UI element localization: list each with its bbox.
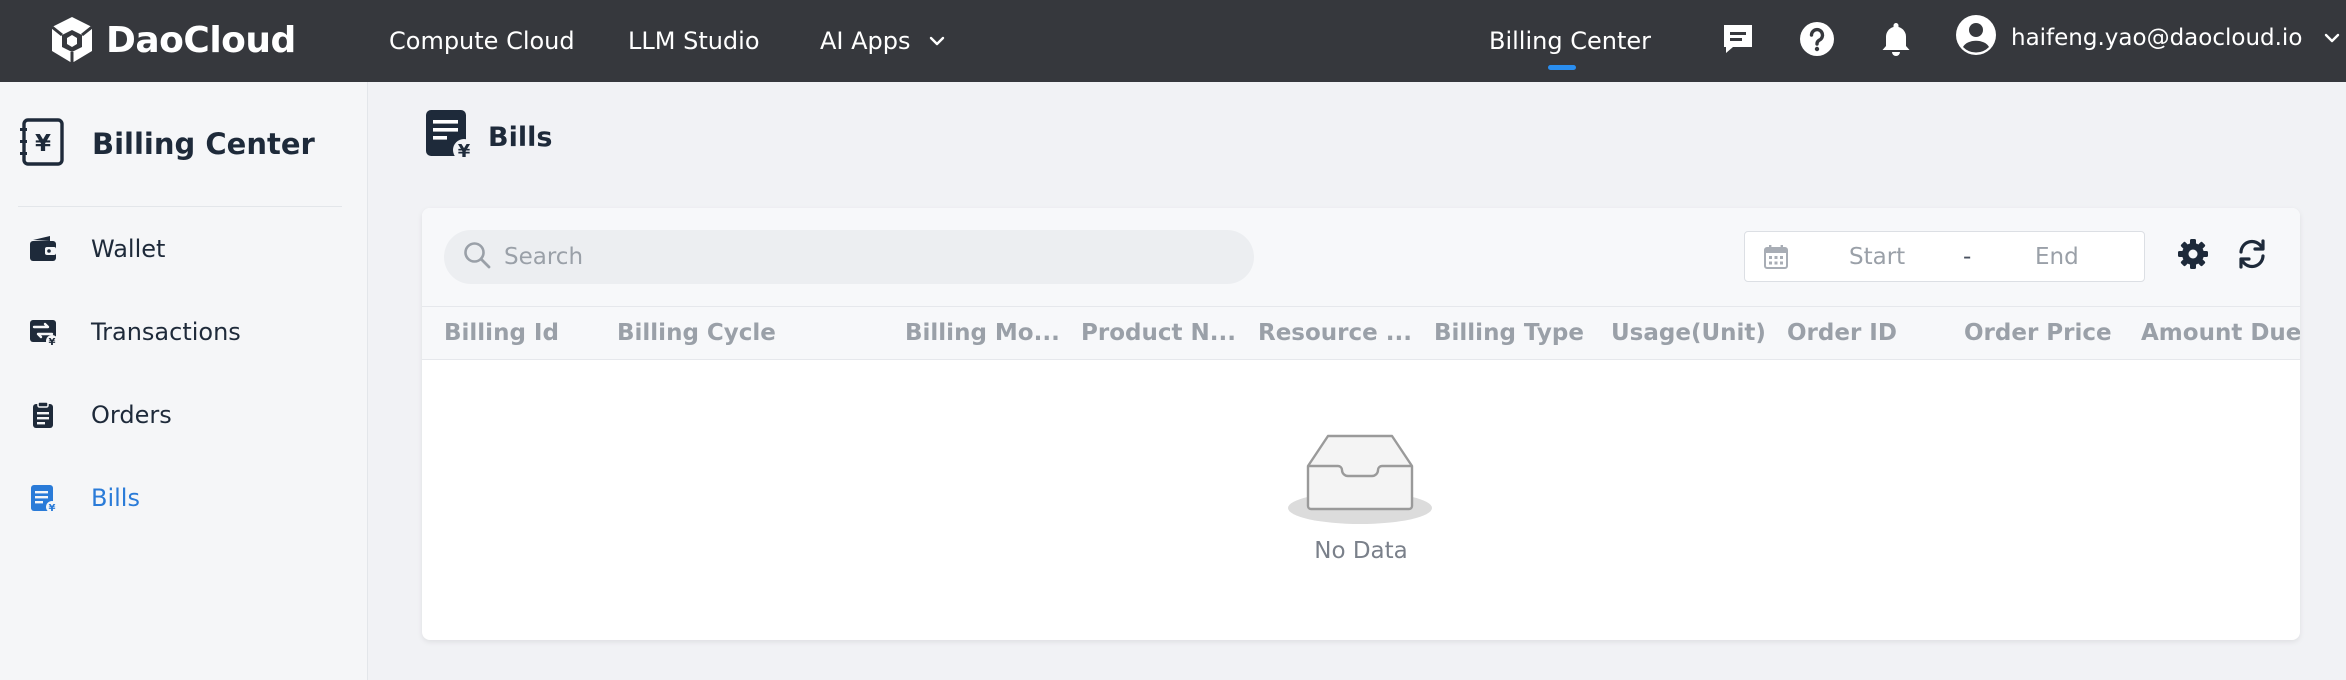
chevron-down-icon: [2322, 28, 2342, 48]
date-range-separator: -: [1963, 243, 1972, 270]
settings-button[interactable]: [2171, 234, 2215, 278]
column-header[interactable]: Product N...: [1081, 307, 1236, 359]
orders-icon: [26, 398, 60, 432]
top-navbar: DaoCloud Compute Cloud LLM Studio AI App…: [0, 0, 2346, 82]
table-header: Billing Id Billing Cycle Billing Mo... P…: [422, 306, 2300, 360]
column-header[interactable]: Billing Cycle: [617, 307, 776, 359]
message-icon[interactable]: [1716, 17, 1760, 61]
sidebar-item-transactions-label: Transactions: [91, 318, 241, 346]
nav-compute-cloud-label: Compute Cloud: [389, 27, 575, 55]
bell-icon[interactable]: [1874, 17, 1918, 61]
active-nav-indicator: [1548, 65, 1576, 70]
search-icon: [462, 240, 492, 274]
sidebar: ¥ Billing Center Wallet ¥ Transactions O…: [0, 82, 368, 680]
daocloud-logo[interactable]: DaoCloud: [46, 10, 296, 70]
bills-page-icon: ¥: [424, 108, 476, 166]
nav-compute-cloud[interactable]: Compute Cloud: [389, 0, 575, 82]
search-input[interactable]: [504, 244, 1204, 270]
sidebar-item-orders-label: Orders: [91, 401, 172, 429]
user-avatar-icon: [1955, 14, 1997, 62]
sidebar-item-bills-label: Bills: [91, 484, 140, 512]
help-icon[interactable]: [1795, 17, 1839, 61]
wallet-icon: [26, 232, 60, 266]
svg-text:¥: ¥: [49, 503, 56, 513]
billing-center-icon: ¥: [18, 117, 68, 171]
sidebar-title: Billing Center: [92, 127, 315, 161]
table-toolbar: Start - End: [422, 208, 2300, 306]
column-header[interactable]: Resource ...: [1258, 307, 1412, 359]
column-header[interactable]: Order Price: [1964, 307, 2112, 359]
page-title: Bills: [488, 121, 553, 153]
column-header[interactable]: Billing Mo...: [905, 307, 1060, 359]
sidebar-divider: [18, 206, 342, 207]
svg-text:¥: ¥: [49, 337, 56, 347]
empty-state: No Data: [422, 360, 2300, 640]
sidebar-header: ¥ Billing Center: [18, 118, 315, 170]
bills-icon: ¥: [26, 481, 60, 515]
transactions-icon: ¥: [26, 315, 60, 349]
column-header[interactable]: Order ID: [1787, 307, 1897, 359]
daocloud-logo-icon: [51, 17, 93, 63]
nav-llm-studio-label: LLM Studio: [628, 27, 760, 55]
date-start-field[interactable]: Start: [1849, 244, 1905, 270]
sidebar-item-transactions[interactable]: ¥ Transactions: [26, 310, 241, 354]
empty-inbox-icon: [1286, 428, 1434, 532]
sidebar-item-orders[interactable]: Orders: [26, 393, 172, 437]
nav-llm-studio[interactable]: LLM Studio: [628, 0, 760, 82]
nav-ai-apps-label: AI Apps: [820, 27, 911, 55]
column-header[interactable]: Usage(Unit): [1611, 307, 1766, 359]
page-header: ¥ Bills: [424, 110, 552, 164]
chevron-down-icon: [927, 31, 947, 51]
date-end-field[interactable]: End: [2035, 244, 2079, 270]
user-menu[interactable]: haifeng.yao@daocloud.io: [1955, 13, 2342, 63]
brand-name: DaoCloud: [106, 19, 296, 61]
nav-ai-apps[interactable]: AI Apps: [820, 0, 947, 82]
refresh-button[interactable]: [2230, 234, 2274, 278]
column-header[interactable]: Billing Id: [444, 307, 559, 359]
svg-text:¥: ¥: [35, 131, 51, 157]
sidebar-item-bills[interactable]: ¥ Bills: [26, 476, 140, 520]
sidebar-item-wallet-label: Wallet: [91, 235, 166, 263]
date-range-picker[interactable]: Start - End: [1744, 231, 2145, 282]
calendar-icon: [1763, 244, 1789, 270]
gear-icon: [2177, 238, 2209, 274]
svg-text:¥: ¥: [458, 141, 471, 162]
column-header[interactable]: Billing Type: [1434, 307, 1584, 359]
nav-billing-center-label: Billing Center: [1489, 27, 1651, 55]
empty-text: No Data: [1314, 538, 1408, 564]
search-box[interactable]: [444, 230, 1254, 284]
user-email: haifeng.yao@daocloud.io: [2011, 25, 2303, 51]
sidebar-item-wallet[interactable]: Wallet: [26, 227, 165, 271]
column-header[interactable]: Amount Due: [2141, 307, 2300, 359]
refresh-icon: [2235, 237, 2269, 275]
bills-card: Start - End: [422, 208, 2300, 640]
